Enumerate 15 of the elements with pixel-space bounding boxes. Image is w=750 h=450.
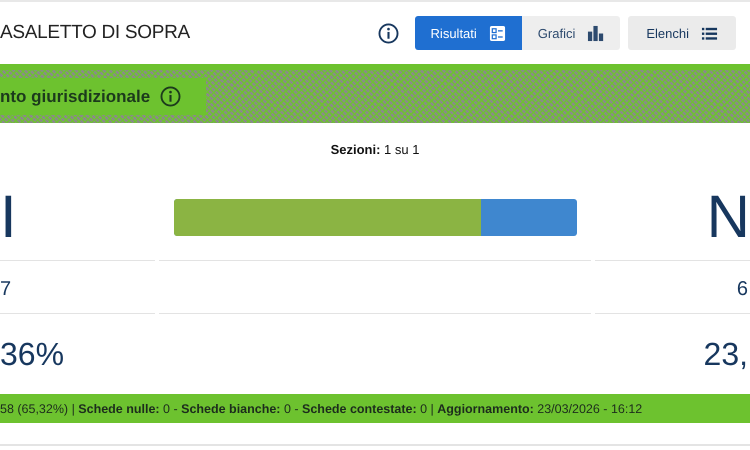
vote-count: 6 <box>595 260 750 313</box>
view-tab[interactable]: Grafici <box>522 16 620 50</box>
list-button[interactable]: Elenchi <box>628 16 736 50</box>
detail-list-icon <box>488 24 506 42</box>
info-icon[interactable] <box>160 86 182 107</box>
bar-chart-icon <box>587 24 604 42</box>
option-label: I <box>0 182 18 252</box>
vote-count: 7 <box>0 260 155 313</box>
municipality-title: ASALETTO DI SOPRA <box>0 22 190 44</box>
summary-text: 58 (65,32%) | Schede nulle: 0 - Schede bianche: 0 - Schede contestate: 0 | Aggiornamento: 23/03/2026 - 16:12 <box>0 402 642 416</box>
view-tab[interactable]: Risultati <box>414 16 522 50</box>
banner-text: nto giurisdizionale <box>0 86 150 106</box>
option-label: N <box>706 182 750 252</box>
info-icon[interactable] <box>378 22 399 44</box>
sections-text: Sezioni: 1 su 1 <box>330 142 420 159</box>
